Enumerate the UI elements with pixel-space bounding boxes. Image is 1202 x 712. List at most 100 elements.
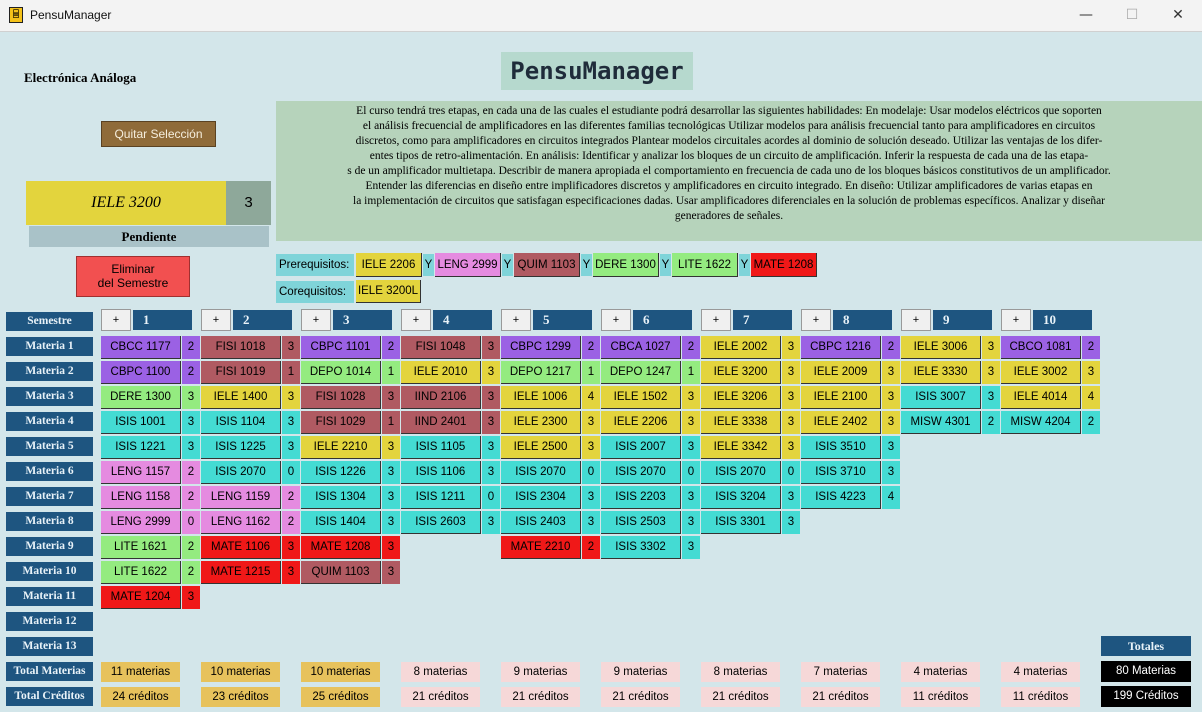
course-chip[interactable]: MATE 2210 bbox=[501, 536, 581, 559]
course-chip[interactable]: IELE 2300 bbox=[501, 411, 581, 434]
course-chip[interactable]: MISW 4301 bbox=[901, 411, 981, 434]
course-chip[interactable]: ISIS 3510 bbox=[801, 436, 881, 459]
course-chip[interactable]: ISIS 3301 bbox=[701, 511, 781, 534]
course-chip[interactable]: IELE 1502 bbox=[601, 386, 681, 409]
course-chip[interactable]: ISIS 1225 bbox=[201, 436, 281, 459]
course-chip[interactable]: ISIS 1404 bbox=[301, 511, 381, 534]
course-chip[interactable]: ISIS 2070 bbox=[501, 461, 581, 484]
course-chip[interactable]: FISI 1029 bbox=[301, 411, 381, 434]
course-chip[interactable]: ISIS 1221 bbox=[101, 436, 181, 459]
add-course-button-semester-4[interactable]: + bbox=[401, 309, 431, 331]
course-chip[interactable]: IELE 2010 bbox=[401, 361, 481, 384]
course-chip[interactable]: CBPC 1299 bbox=[501, 336, 581, 359]
course-chip[interactable]: ISIS 4223 bbox=[801, 486, 881, 509]
course-chip[interactable]: MATE 1204 bbox=[101, 586, 181, 609]
course-chip[interactable]: IELE 2100 bbox=[801, 386, 881, 409]
close-button[interactable]: ✕ bbox=[1155, 0, 1201, 31]
course-chip[interactable]: ISIS 1105 bbox=[401, 436, 481, 459]
course-chip[interactable]: CBCA 1027 bbox=[601, 336, 681, 359]
course-chip[interactable]: LENG 1159 bbox=[201, 486, 281, 509]
course-chip[interactable]: ISIS 1104 bbox=[201, 411, 281, 434]
add-course-button-semester-8[interactable]: + bbox=[801, 309, 831, 331]
course-chip[interactable]: IELE 3342 bbox=[701, 436, 781, 459]
course-chip[interactable]: IELE 2002 bbox=[701, 336, 781, 359]
course-chip[interactable]: LITE 1621 bbox=[101, 536, 181, 559]
course-chip[interactable]: ISIS 3302 bbox=[601, 536, 681, 559]
add-course-button-semester-7[interactable]: + bbox=[701, 309, 731, 331]
course-chip[interactable]: IIND 2401 bbox=[401, 411, 481, 434]
course-chip[interactable]: LENG 1162 bbox=[201, 511, 281, 534]
course-chip[interactable]: ISIS 3710 bbox=[801, 461, 881, 484]
course-chip[interactable]: IELE 2402 bbox=[801, 411, 881, 434]
prerequisite-chip[interactable]: QUIM 1103 bbox=[514, 253, 580, 277]
prerequisite-chip[interactable]: MATE 1208 bbox=[751, 253, 817, 277]
course-chip[interactable]: IELE 4014 bbox=[1001, 386, 1081, 409]
course-chip[interactable]: DERE 1300 bbox=[101, 386, 181, 409]
course-chip[interactable]: ISIS 2203 bbox=[601, 486, 681, 509]
course-chip[interactable]: IELE 3002 bbox=[1001, 361, 1081, 384]
course-chip[interactable]: ISIS 1211 bbox=[401, 486, 481, 509]
course-chip[interactable]: IELE 3206 bbox=[701, 386, 781, 409]
add-course-button-semester-5[interactable]: + bbox=[501, 309, 531, 331]
prerequisite-chip[interactable]: LENG 2999 bbox=[435, 253, 501, 277]
add-course-button-semester-6[interactable]: + bbox=[601, 309, 631, 331]
corequisite-chip[interactable]: IELE 3200L bbox=[356, 280, 421, 303]
course-chip[interactable]: FISI 1019 bbox=[201, 361, 281, 384]
course-chip[interactable]: IIND 2106 bbox=[401, 386, 481, 409]
course-chip[interactable]: CBCO 1081 bbox=[1001, 336, 1081, 359]
course-chip[interactable]: ISIS 2070 bbox=[201, 461, 281, 484]
course-chip[interactable]: IELE 2206 bbox=[601, 411, 681, 434]
course-chip[interactable]: CBPC 1216 bbox=[801, 336, 881, 359]
course-chip[interactable]: ISIS 2070 bbox=[701, 461, 781, 484]
course-chip[interactable]: MATE 1106 bbox=[201, 536, 281, 559]
course-chip[interactable]: DEPO 1247 bbox=[601, 361, 681, 384]
course-chip[interactable]: FISI 1018 bbox=[201, 336, 281, 359]
course-chip[interactable]: ISIS 2304 bbox=[501, 486, 581, 509]
course-chip[interactable]: LENG 2999 bbox=[101, 511, 181, 534]
course-chip[interactable]: IELE 1400 bbox=[201, 386, 281, 409]
course-chip[interactable]: IELE 2500 bbox=[501, 436, 581, 459]
course-chip[interactable]: MATE 1208 bbox=[301, 536, 381, 559]
course-chip[interactable]: CBPC 1101 bbox=[301, 336, 381, 359]
course-chip[interactable]: MISW 4204 bbox=[1001, 411, 1081, 434]
remove-from-semester-button[interactable]: Eliminar del Semestre bbox=[76, 256, 190, 297]
course-chip[interactable]: ISIS 2503 bbox=[601, 511, 681, 534]
course-chip[interactable]: ISIS 2403 bbox=[501, 511, 581, 534]
add-course-button-semester-9[interactable]: + bbox=[901, 309, 931, 331]
course-chip[interactable]: ISIS 1304 bbox=[301, 486, 381, 509]
course-chip[interactable]: ISIS 1001 bbox=[101, 411, 181, 434]
course-chip[interactable]: CBPC 1100 bbox=[101, 361, 181, 384]
prerequisite-chip[interactable]: LITE 1622 bbox=[672, 253, 738, 277]
course-chip[interactable]: DEPO 1014 bbox=[301, 361, 381, 384]
course-chip[interactable]: DEPO 1217 bbox=[501, 361, 581, 384]
add-course-button-semester-2[interactable]: + bbox=[201, 309, 231, 331]
course-chip[interactable]: LENG 1158 bbox=[101, 486, 181, 509]
course-chip[interactable]: ISIS 3007 bbox=[901, 386, 981, 409]
course-chip[interactable]: ISIS 2007 bbox=[601, 436, 681, 459]
add-course-button-semester-3[interactable]: + bbox=[301, 309, 331, 331]
course-chip[interactable]: IELE 3330 bbox=[901, 361, 981, 384]
add-course-button-semester-1[interactable]: + bbox=[101, 309, 131, 331]
course-chip[interactable]: IELE 2009 bbox=[801, 361, 881, 384]
course-chip[interactable]: IELE 3006 bbox=[901, 336, 981, 359]
course-chip[interactable]: IELE 2210 bbox=[301, 436, 381, 459]
add-course-button-semester-10[interactable]: + bbox=[1001, 309, 1031, 331]
course-chip[interactable]: LITE 1622 bbox=[101, 561, 181, 584]
course-chip[interactable]: ISIS 1226 bbox=[301, 461, 381, 484]
course-chip[interactable]: FISI 1028 bbox=[301, 386, 381, 409]
course-chip[interactable]: ISIS 3204 bbox=[701, 486, 781, 509]
course-chip[interactable]: ISIS 2603 bbox=[401, 511, 481, 534]
course-chip[interactable]: MATE 1215 bbox=[201, 561, 281, 584]
minimize-button[interactable]: — bbox=[1063, 0, 1109, 31]
course-chip[interactable]: IELE 3338 bbox=[701, 411, 781, 434]
course-chip[interactable]: ISIS 2070 bbox=[601, 461, 681, 484]
course-chip[interactable]: LENG 1157 bbox=[101, 461, 181, 484]
clear-selection-button[interactable]: Quitar Selección bbox=[101, 121, 216, 147]
prerequisite-chip[interactable]: DERE 1300 bbox=[593, 253, 659, 277]
course-chip[interactable]: ISIS 1106 bbox=[401, 461, 481, 484]
course-chip[interactable]: CBCC 1177 bbox=[101, 336, 181, 359]
prerequisite-chip[interactable]: IELE 2206 bbox=[356, 253, 422, 277]
course-chip[interactable]: IELE 1006 bbox=[501, 386, 581, 409]
course-chip[interactable]: QUIM 1103 bbox=[301, 561, 381, 584]
course-chip[interactable]: IELE 3200 bbox=[701, 361, 781, 384]
